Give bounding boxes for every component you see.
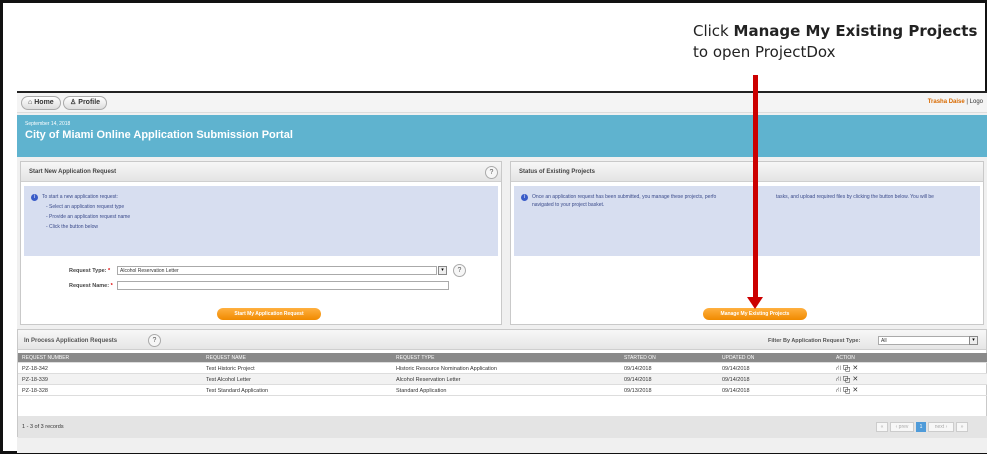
column-header[interactable]: REQUEST NAME: [206, 355, 246, 361]
home-button[interactable]: ⌂ Home: [21, 96, 61, 110]
requests-table: REQUEST NUMBER REQUEST NAME REQUEST TYPE…: [18, 353, 987, 396]
table-header: REQUEST NUMBER REQUEST NAME REQUEST TYPE…: [18, 353, 987, 363]
help-icon[interactable]: ?: [485, 166, 498, 179]
delete-icon[interactable]: ✕: [852, 387, 858, 394]
share-icon[interactable]: ⛙: [836, 387, 841, 394]
info-step: - Click the button below: [46, 224, 98, 230]
next-page-button[interactable]: next ›: [928, 422, 954, 432]
screenshot-frame: Click Manage My Existing Projects to ope…: [0, 0, 987, 454]
start-application-button[interactable]: Start My Application Request: [217, 308, 321, 320]
banner-date: September 14, 2018: [25, 121, 71, 127]
page-number[interactable]: 1: [916, 422, 926, 432]
row-actions: ⛙ ⧉ ✕: [836, 386, 858, 395]
info-icon: i: [31, 194, 38, 201]
delete-icon[interactable]: ✕: [852, 365, 858, 372]
info-text: navigated to your project basket.: [532, 202, 605, 208]
user-name-link[interactable]: Trasha Daise: [928, 99, 965, 105]
row-actions: ⛙ ⧉ ✕: [836, 364, 858, 373]
info-step: - Select an application request type: [46, 204, 125, 210]
table-row[interactable]: PZ-18-328 Test Standard Application Stan…: [18, 385, 987, 396]
instruction-callout: Click Manage My Existing Projects to ope…: [693, 21, 977, 63]
copy-icon[interactable]: ⧉: [843, 365, 851, 372]
info-text: Once an application request has been sub…: [532, 194, 717, 200]
info-text: tasks, and upload required files by clic…: [776, 194, 934, 200]
share-icon[interactable]: ⛙: [836, 365, 841, 372]
request-name-label: Request Name: *: [69, 283, 113, 289]
help-icon[interactable]: ?: [453, 264, 466, 277]
info-box: i To start a new application request: - …: [24, 186, 498, 256]
row-actions: ⛙ ⧉ ✕: [836, 375, 858, 384]
home-icon: ⌂: [28, 99, 33, 106]
callout-bold: Manage My Existing Projects: [733, 22, 978, 40]
info-box: i Once an application request has been s…: [514, 186, 980, 256]
table-footer: 1 - 3 of 3 records « ‹ prev 1 next › »: [18, 416, 987, 438]
prev-page-button[interactable]: ‹ prev: [890, 422, 914, 432]
user-links: Trasha Daise | Logo: [927, 99, 983, 105]
table-row[interactable]: PZ-18-342 Test Historic Project Historic…: [18, 363, 987, 374]
delete-icon[interactable]: ✕: [852, 376, 858, 383]
filter-label: Filter By Application Request Type:: [768, 338, 861, 344]
table-row[interactable]: PZ-18-339 Test Alcohol Letter Alcohol Re…: [18, 374, 987, 385]
last-page-button[interactable]: »: [956, 422, 968, 432]
in-process-title: In Process Application Requests: [24, 338, 118, 344]
column-header[interactable]: STARTED ON: [624, 355, 656, 361]
info-icon: i: [521, 194, 528, 201]
request-type-label: Request Type: *: [69, 268, 111, 274]
logout-link[interactable]: Logo: [970, 99, 983, 105]
chevron-down-icon[interactable]: ▾: [438, 266, 447, 275]
in-process-header: In Process Application Requests ? Filter…: [18, 330, 986, 350]
help-icon[interactable]: ?: [148, 334, 161, 347]
in-process-panel: In Process Application Requests ? Filter…: [17, 329, 987, 438]
callout-line2: to open ProjectDox: [693, 43, 836, 61]
copy-icon[interactable]: ⧉: [843, 387, 851, 394]
column-header[interactable]: REQUEST NUMBER: [22, 355, 69, 361]
column-header[interactable]: UPDATED ON: [722, 355, 754, 361]
portal-banner: September 14, 2018 City of Miami Online …: [17, 115, 987, 157]
request-type-select[interactable]: Alcohol Reservation Letter: [117, 266, 437, 275]
info-title: To start a new application request:: [42, 194, 118, 200]
first-page-button[interactable]: «: [876, 422, 888, 432]
panel-header: Start New Application Request: [21, 162, 501, 182]
manage-existing-projects-button[interactable]: Manage My Existing Projects: [703, 308, 807, 320]
record-count: 1 - 3 of 3 records: [22, 424, 64, 430]
top-nav: ⌂ Home ♙ Profile Trasha Daise | Logo: [17, 93, 987, 113]
page-title: City of Miami Online Application Submiss…: [25, 129, 293, 141]
column-header: ACTION: [836, 355, 855, 361]
new-application-panel: Start New Application Request ? i To sta…: [20, 161, 502, 325]
annotation-arrow-head: [747, 297, 763, 309]
callout-prefix: Click: [693, 22, 734, 40]
info-step: - Provide an application request name: [46, 214, 131, 220]
copy-icon[interactable]: ⧉: [843, 376, 851, 383]
user-icon: ♙: [70, 99, 77, 106]
annotation-arrow-shaft: [753, 75, 758, 300]
portal-screenshot: ⌂ Home ♙ Profile Trasha Daise | Logo Septe…: [17, 91, 987, 453]
column-header[interactable]: REQUEST TYPE: [396, 355, 434, 361]
filter-select[interactable]: All: [878, 336, 970, 345]
profile-button[interactable]: ♙ Profile: [63, 96, 108, 110]
share-icon[interactable]: ⛙: [836, 376, 841, 383]
chevron-down-icon[interactable]: ▾: [969, 336, 978, 345]
panel-header: Status of Existing Projects: [511, 162, 983, 182]
request-name-input[interactable]: [117, 281, 449, 290]
